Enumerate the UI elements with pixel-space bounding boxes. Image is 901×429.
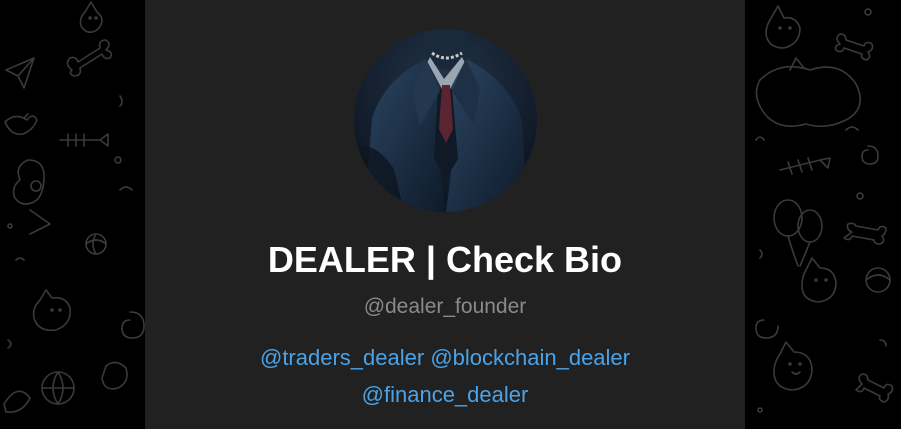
balloon-icon xyxy=(773,199,823,267)
profile-name: DEALER | Check Bio xyxy=(267,239,623,280)
bio-link-blockchain-dealer[interactable]: @blockchain_dealer xyxy=(430,345,630,370)
avatar[interactable] xyxy=(354,29,537,212)
cat-icon xyxy=(32,289,72,332)
bone-icon xyxy=(855,373,894,403)
cat-icon xyxy=(755,57,862,128)
bone-icon xyxy=(834,33,874,61)
fish-bone-icon xyxy=(59,133,109,147)
cat-icon xyxy=(101,361,128,390)
bone-icon xyxy=(66,39,113,77)
bio-link-traders-dealer[interactable]: @traders_dealer xyxy=(260,345,424,370)
cat-icon xyxy=(12,159,51,235)
spiral-icon xyxy=(861,145,879,165)
bone-icon xyxy=(843,222,887,245)
ball-icon xyxy=(85,233,107,255)
spiral-icon xyxy=(755,319,779,339)
bio-line-2: @finance_dealer xyxy=(145,376,745,413)
cat-icon xyxy=(765,5,801,49)
bird-icon xyxy=(4,113,38,136)
profile-username: @dealer_founder xyxy=(363,295,527,318)
bio-line-1: @traders_dealer @blockchain_dealer xyxy=(145,339,745,376)
avatar-image xyxy=(354,29,537,212)
bio-link-finance-dealer[interactable]: @finance_dealer xyxy=(362,382,529,407)
profile-card: DEALER | Check Bio @dealer_founder @trad… xyxy=(145,0,745,429)
bird-icon xyxy=(3,390,31,414)
cat-icon xyxy=(801,257,837,303)
cat-icon xyxy=(79,1,103,34)
spiral-icon xyxy=(121,311,145,339)
ball-icon xyxy=(865,267,891,293)
paper-plane-icon xyxy=(5,57,35,89)
ball-icon xyxy=(41,371,75,405)
cat-icon xyxy=(773,341,813,391)
fish-bone-icon xyxy=(779,157,831,175)
profile-bio: @traders_dealer @blockchain_dealer @fina… xyxy=(145,339,745,413)
